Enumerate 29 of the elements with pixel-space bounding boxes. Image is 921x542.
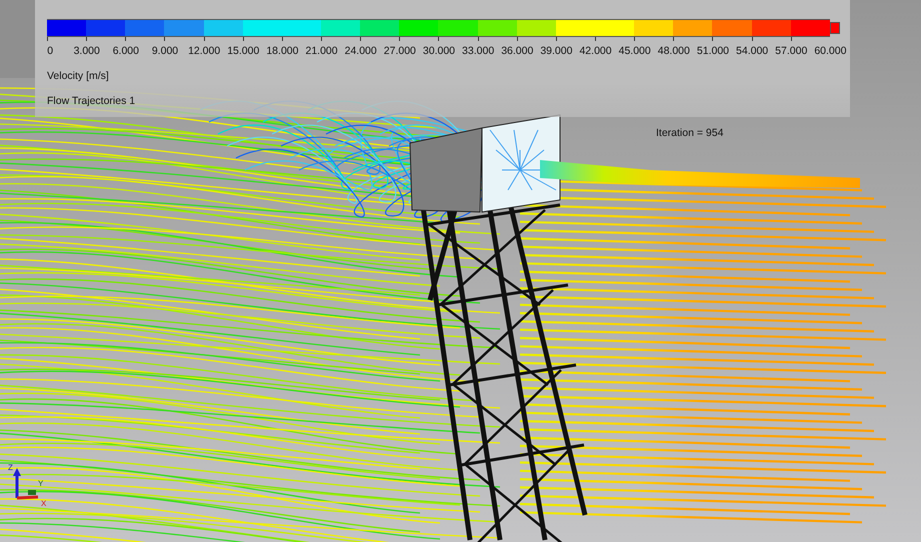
scale-tick-label: 27.000 <box>382 45 417 57</box>
quantity-label: Velocity [m/s] <box>47 70 109 82</box>
scale-tick-label: 15.000 <box>226 45 260 57</box>
y-axis-label: Y <box>38 479 44 488</box>
z-axis-arrow <box>13 468 21 498</box>
scale-tick-label: 48.000 <box>656 45 691 57</box>
scale-tick-label: 30.000 <box>422 45 456 57</box>
scale-tick-label: 3.000 <box>72 45 101 57</box>
scale-tick-label: 39.000 <box>539 45 574 57</box>
scale-tick-label: 51.000 <box>696 45 730 57</box>
scale-tick-label: 33.000 <box>461 45 496 57</box>
series-label: Flow Trajectories 1 <box>47 95 136 107</box>
scale-tick-label: 0 <box>46 45 54 57</box>
scale-tick-label: 21.000 <box>304 45 339 57</box>
scale-tick-label: 18.000 <box>265 45 300 57</box>
y-axis-marker <box>28 490 36 495</box>
scale-tick-label: 57.000 <box>774 45 808 57</box>
x-axis-label: X <box>41 499 46 507</box>
scale-tick-label: 45.000 <box>618 45 652 57</box>
color-scale-end <box>830 22 840 34</box>
iteration-count: Iteration = 954 <box>656 127 724 139</box>
scale-tick-label: 36.000 <box>500 45 534 57</box>
scale-tick-label: 12.000 <box>187 45 222 57</box>
scale-tick-label: 24.000 <box>344 45 378 57</box>
scale-tick-label: 54.000 <box>735 45 770 57</box>
scale-tick-label: 42.000 <box>578 45 613 57</box>
scale-tick-label: 60.000 <box>813 45 848 57</box>
scale-tick-label: 6.000 <box>112 45 140 57</box>
scale-tick-label: 9.000 <box>150 45 180 57</box>
